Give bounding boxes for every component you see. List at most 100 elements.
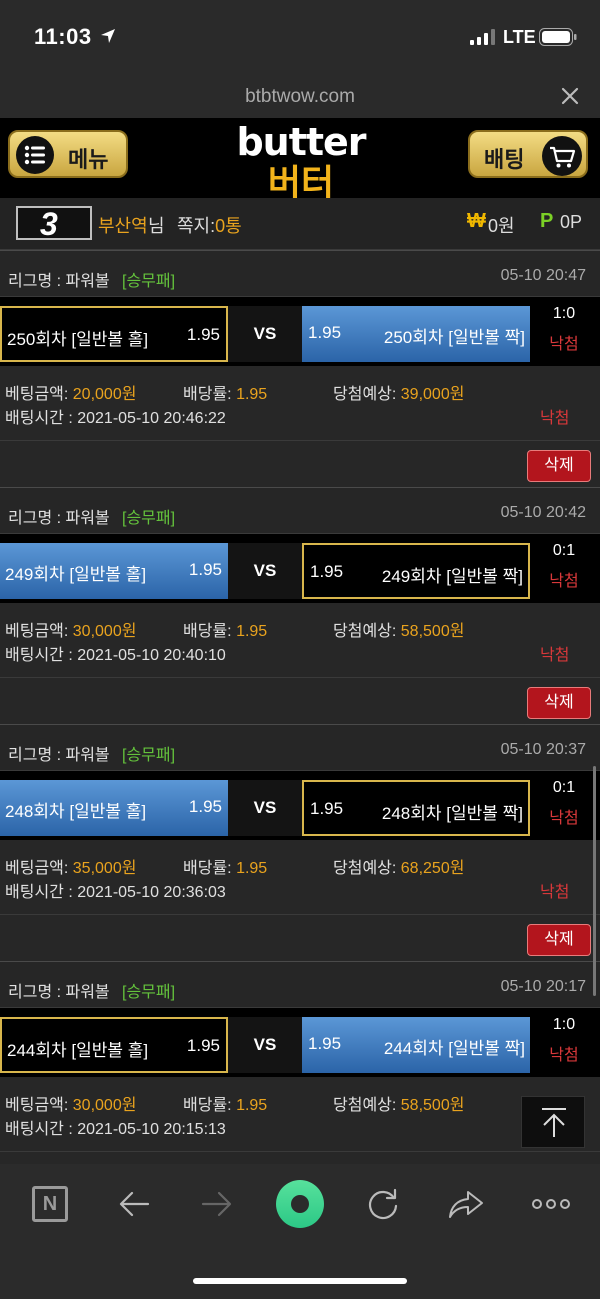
home-pick[interactable]: 249회차 [일반볼 홀] 1.95	[0, 543, 228, 599]
league-row: 리그명 : 파워볼 [승무패] 05-10 20:42	[0, 487, 600, 533]
match-date: 05-10 20:17	[500, 978, 586, 995]
bet-info-row: 베팅금액: 30,000원 배당률: 1.95 당첨예상: 58,500원 배팅…	[0, 1077, 600, 1151]
match-result: 낙첨	[549, 573, 579, 590]
close-icon[interactable]	[558, 84, 582, 108]
delete-button[interactable]: 삭제	[527, 924, 591, 956]
league-type: [승무패]	[122, 984, 176, 1001]
green-dot-icon[interactable]	[276, 1180, 324, 1228]
match-score: 1:0	[552, 305, 576, 322]
bet-amount-value: 30,000원	[72, 623, 137, 640]
share-icon[interactable]	[446, 1184, 486, 1224]
home-pick-name: 249회차 [일반볼 홀]	[5, 565, 147, 584]
bet-expected-label: 당첨예상:	[333, 623, 397, 640]
bet-odds-label: 배당률:	[183, 1097, 232, 1114]
bet-odds-label: 배당률:	[183, 386, 232, 403]
match-date: 05-10 20:37	[500, 741, 586, 758]
league-row: 리그명 : 파워볼 [승무패] 05-10 20:37	[0, 724, 600, 770]
bet-odds-label: 배당률:	[183, 860, 232, 877]
messages-link[interactable]: 쪽지:0통	[177, 212, 242, 238]
home-pick[interactable]: 250회차 [일반볼 홀] 1.95	[0, 306, 228, 362]
home-pick[interactable]: 248회차 [일반볼 홀] 1.95	[0, 780, 228, 836]
betting-label: 배팅	[484, 147, 525, 172]
bet-expected-value: 58,500원	[400, 623, 465, 640]
away-pick[interactable]: 1.95 244회차 [일반볼 짝]	[302, 1017, 530, 1073]
forward-arrow-icon[interactable]	[197, 1184, 237, 1224]
browser-toolbar: N	[0, 1164, 600, 1299]
bet-card: 리그명 : 파워볼 [승무패] 05-10 20:37 248회차 [일반볼 홀…	[0, 724, 600, 961]
bet-expected-value: 39,000원	[400, 386, 465, 403]
away-pick-name: 250회차 [일반볼 짝]	[383, 328, 525, 347]
bet-expected: 당첨예상: 58,500원	[333, 617, 464, 641]
delete-button[interactable]: 삭제	[527, 687, 591, 719]
away-pick-name: 248회차 [일반볼 짝]	[381, 804, 523, 823]
back-arrow-icon[interactable]	[114, 1184, 154, 1224]
league-name: 리그명 : 파워볼	[8, 984, 110, 1001]
menu-list-icon	[16, 136, 54, 174]
match-row: 248회차 [일반볼 홀] 1.95 VS 1.95 248회차 [일반볼 짝]…	[0, 770, 600, 840]
league-name: 리그명 : 파워볼	[8, 273, 110, 290]
bet-odds: 배당률: 1.95	[183, 1091, 267, 1115]
match-score: 0:1	[552, 779, 576, 796]
points-value[interactable]: 0P	[560, 212, 582, 233]
match-row: 244회차 [일반볼 홀] 1.95 VS 1.95 244회차 [일반볼 짝]…	[0, 1007, 600, 1077]
bet-amount-value: 20,000원	[72, 386, 137, 403]
bet-expected-label: 당첨예상:	[333, 860, 397, 877]
away-pick-name: 249회차 [일반볼 짝]	[381, 567, 523, 586]
bet-expected: 당첨예상: 39,000원	[333, 380, 464, 404]
home-pick-odds: 1.95	[188, 560, 222, 579]
bet-odds: 배당률: 1.95	[183, 380, 267, 404]
menu-button[interactable]: 메뉴	[8, 130, 128, 178]
bet-info-row: 베팅금액: 20,000원 배당률: 1.95 당첨예상: 39,000원 배팅…	[0, 366, 600, 440]
url-bar[interactable]: btbtwow.com	[0, 76, 600, 118]
won-icon: ₩	[467, 210, 486, 232]
delete-row: 삭제	[0, 677, 600, 724]
scrollbar[interactable]	[593, 766, 596, 996]
betting-button[interactable]: 배팅	[468, 130, 588, 178]
level-number: 3	[40, 206, 58, 242]
away-pick[interactable]: 1.95 248회차 [일반볼 짝]	[302, 780, 530, 836]
balance-value[interactable]: 0원	[488, 212, 515, 238]
level-badge: 3	[16, 206, 92, 242]
vs-label: VS	[228, 543, 302, 599]
bet-odds: 배당률: 1.95	[183, 854, 267, 878]
site-logo[interactable]: butter 버터	[228, 120, 374, 204]
bet-info-row: 베팅금액: 30,000원 배당률: 1.95 당첨예상: 58,500원 배팅…	[0, 603, 600, 677]
scroll-to-top-button[interactable]	[521, 1096, 585, 1148]
delete-row: 삭제	[0, 440, 600, 487]
bet-time: 배팅시간 : 2021-05-10 20:46:22	[5, 404, 226, 428]
url-text[interactable]: btbtwow.com	[0, 86, 600, 108]
messages-count: 0통	[215, 216, 242, 236]
bet-result: 낙첨	[540, 884, 570, 901]
match-row: 250회차 [일반볼 홀] 1.95 VS 1.95 250회차 [일반볼 짝]…	[0, 296, 600, 366]
delete-button[interactable]: 삭제	[527, 450, 591, 482]
away-pick[interactable]: 1.95 249회차 [일반볼 짝]	[302, 543, 530, 599]
refresh-icon[interactable]	[363, 1184, 403, 1224]
bet-expected-label: 당첨예상:	[333, 1097, 397, 1114]
bet-expected: 당첨예상: 58,500원	[333, 1091, 464, 1115]
league-name: 리그명 : 파워볼	[8, 747, 110, 764]
network-label: LTE	[503, 27, 536, 47]
naver-home-icon[interactable]: N	[32, 1186, 68, 1222]
match-date: 05-10 20:42	[500, 504, 586, 521]
home-pick-name: 250회차 [일반볼 홀]	[7, 330, 149, 349]
user-name[interactable]: 부산역	[98, 212, 148, 238]
battery-icon	[539, 28, 577, 46]
bet-result: 낙첨	[540, 647, 570, 664]
bet-time-label: 배팅시간 :	[5, 647, 73, 664]
user-name-suffix: 님	[148, 216, 165, 236]
bet-amount: 베팅금액: 35,000원	[5, 854, 136, 878]
away-pick[interactable]: 1.95 250회차 [일반볼 짝]	[302, 306, 530, 362]
match-result: 낙첨	[549, 810, 579, 827]
bet-amount-label: 베팅금액:	[5, 1097, 69, 1114]
bet-card: 리그명 : 파워볼 [승무패] 05-10 20:17 244회차 [일반볼 홀…	[0, 961, 600, 1198]
league-type: [승무패]	[122, 747, 176, 764]
home-pick[interactable]: 244회차 [일반볼 홀] 1.95	[0, 1017, 228, 1073]
user-info-bar: 3 부산역 님 쪽지:0통 ₩ 0원 P 0P	[0, 198, 600, 250]
signal-icon	[470, 29, 495, 45]
bet-amount: 베팅금액: 30,000원	[5, 617, 136, 641]
home-pick-odds: 1.95	[188, 797, 222, 816]
more-icon[interactable]	[529, 1184, 573, 1224]
location-arrow-icon	[101, 29, 115, 43]
delete-row: 삭제	[0, 914, 600, 961]
bet-odds-value: 1.95	[236, 1097, 268, 1114]
